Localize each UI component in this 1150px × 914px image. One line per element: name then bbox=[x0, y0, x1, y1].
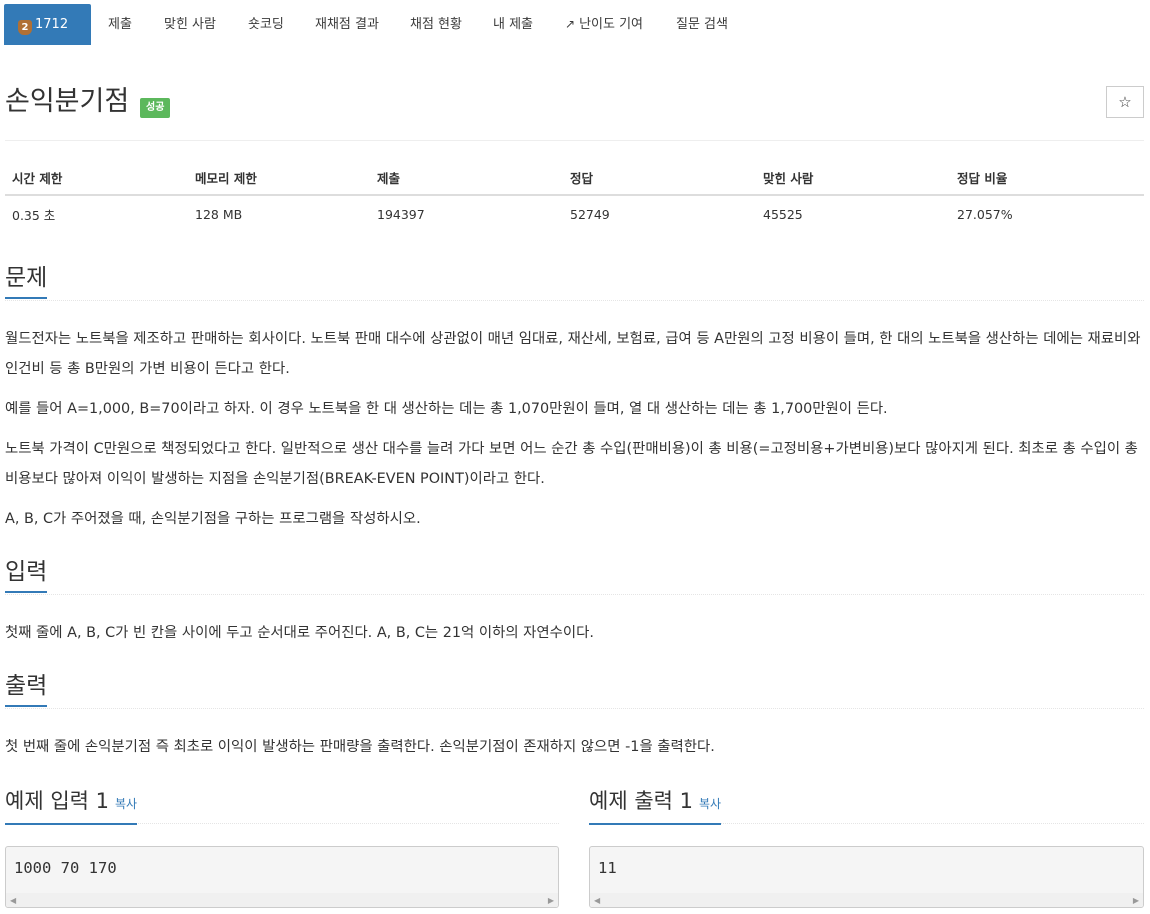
problem-section-header: 문제 bbox=[5, 263, 1144, 301]
sample-output-title: 예제 출력 1 bbox=[589, 789, 693, 813]
accepted-value: 52749 bbox=[570, 207, 610, 222]
sample-input-heading: 예제 입력 1 복사 bbox=[5, 786, 138, 825]
tab-problem[interactable]: 2 1712번 bbox=[4, 4, 91, 73]
status-badge: 성공 bbox=[140, 98, 171, 118]
problem-paragraph: 노트북 가격이 C만원으로 책정되었다고 한다. 일반적으로 생산 대수를 늘려… bbox=[5, 441, 1138, 487]
problem-title: 손익분기점 bbox=[5, 86, 130, 117]
problem-paragraph: A, B, C가 주어졌을 때, 손익분기점을 구하는 프로그램을 작성하시오. bbox=[5, 511, 421, 527]
stats-header: 제출 bbox=[370, 160, 563, 196]
accept-ratio-value: 27.057% bbox=[957, 207, 1013, 222]
tab-my-submissions[interactable]: 내 제출 bbox=[493, 4, 533, 45]
output-heading: 출력 bbox=[5, 671, 48, 707]
tab-rejudge-results[interactable]: 재채점 결과 bbox=[315, 4, 379, 45]
tab-difficulty-label: 난이도 기여 bbox=[579, 17, 643, 32]
input-heading: 입력 bbox=[5, 557, 48, 593]
stats-header: 정답 bbox=[563, 160, 756, 196]
problem-heading: 문제 bbox=[5, 263, 48, 299]
tab-short-coding[interactable]: 숏코딩 bbox=[248, 4, 284, 45]
copy-sample-input-button[interactable]: 복사 bbox=[115, 797, 137, 811]
external-link-icon: ↗ bbox=[565, 17, 576, 31]
sample-input-header: 예제 입력 1 복사 bbox=[5, 786, 559, 825]
stats-header-row: 시간 제한 메모리 제한 제출 정답 맞힌 사람 정답 비율 bbox=[5, 160, 1144, 196]
problem-paragraph: 예를 들어 A=1,000, B=70이라고 하자. 이 경우 노트북을 한 대… bbox=[5, 401, 888, 417]
scroll-left-icon[interactable]: ◀ bbox=[10, 896, 16, 905]
favorite-star-button[interactable]: ☆ bbox=[1106, 86, 1144, 118]
problem-paragraph: 월드전자는 노트북을 제조하고 판매하는 회사이다. 노트북 판매 대수에 상관… bbox=[5, 331, 1141, 377]
sample-input-text: 1000 70 170 bbox=[14, 859, 117, 877]
tab-difficulty-contribution[interactable]: ↗ 난이도 기여 bbox=[565, 4, 643, 45]
tab-question-search[interactable]: 질문 검색 bbox=[676, 4, 728, 45]
stats-header: 맞힌 사람 bbox=[756, 160, 950, 196]
copy-sample-output-button[interactable]: 복사 bbox=[699, 797, 721, 811]
output-section-header: 출력 bbox=[5, 671, 1144, 709]
stats-header: 정답 비율 bbox=[950, 160, 1144, 196]
scroll-right-icon[interactable]: ▶ bbox=[548, 896, 554, 905]
submissions-value: 194397 bbox=[377, 207, 425, 222]
problem-nav-tabs: 2 1712번 제출 맞힌 사람 숏코딩 재채점 결과 채점 현황 내 제출 ↗ 난… bbox=[4, 4, 1144, 73]
tab-judge-status[interactable]: 채점 현황 bbox=[410, 4, 462, 45]
time-limit-value: 0.35 초 bbox=[12, 208, 56, 223]
tier-badge-icon: 2 bbox=[18, 20, 32, 35]
sample-output-header: 예제 출력 1 복사 bbox=[589, 786, 1144, 825]
sample-output-heading: 예제 출력 1 복사 bbox=[589, 786, 722, 825]
stats-header: 시간 제한 bbox=[5, 160, 188, 196]
stats-header: 메모리 제한 bbox=[188, 160, 370, 196]
input-section-header: 입력 bbox=[5, 557, 1144, 595]
sample-input-title: 예제 입력 1 bbox=[5, 789, 109, 813]
output-description: 첫 번째 줄에 손익분기점 즉 최초로 이익이 발생하는 판매량을 출력한다. … bbox=[5, 739, 715, 755]
sample-output-box[interactable]: 11 ◀ ▶ bbox=[589, 846, 1144, 908]
problem-stats-table: 시간 제한 메모리 제한 제출 정답 맞힌 사람 정답 비율 0.35 초 12… bbox=[5, 160, 1144, 233]
problem-title-row: 손익분기점 성공 ☆ bbox=[5, 82, 1144, 141]
tab-submit[interactable]: 제출 bbox=[108, 4, 132, 45]
sample-input-box[interactable]: 1000 70 170 ◀ ▶ bbox=[5, 846, 559, 908]
tab-solved-users[interactable]: 맞힌 사람 bbox=[164, 4, 216, 45]
memory-limit-value: 128 MB bbox=[195, 207, 243, 222]
stats-value-row: 0.35 초 128 MB 194397 52749 45525 27.057% bbox=[5, 195, 1144, 233]
input-description: 첫째 줄에 A, B, C가 빈 칸을 사이에 두고 순서대로 주어진다. A,… bbox=[5, 625, 594, 641]
scroll-right-icon[interactable]: ▶ bbox=[1133, 896, 1139, 905]
sample-output-text: 11 bbox=[598, 859, 617, 877]
horizontal-scrollbar[interactable]: ◀ ▶ bbox=[6, 893, 558, 907]
scroll-left-icon[interactable]: ◀ bbox=[594, 896, 600, 905]
solved-users-value: 45525 bbox=[763, 207, 803, 222]
horizontal-scrollbar[interactable]: ◀ ▶ bbox=[590, 893, 1143, 907]
